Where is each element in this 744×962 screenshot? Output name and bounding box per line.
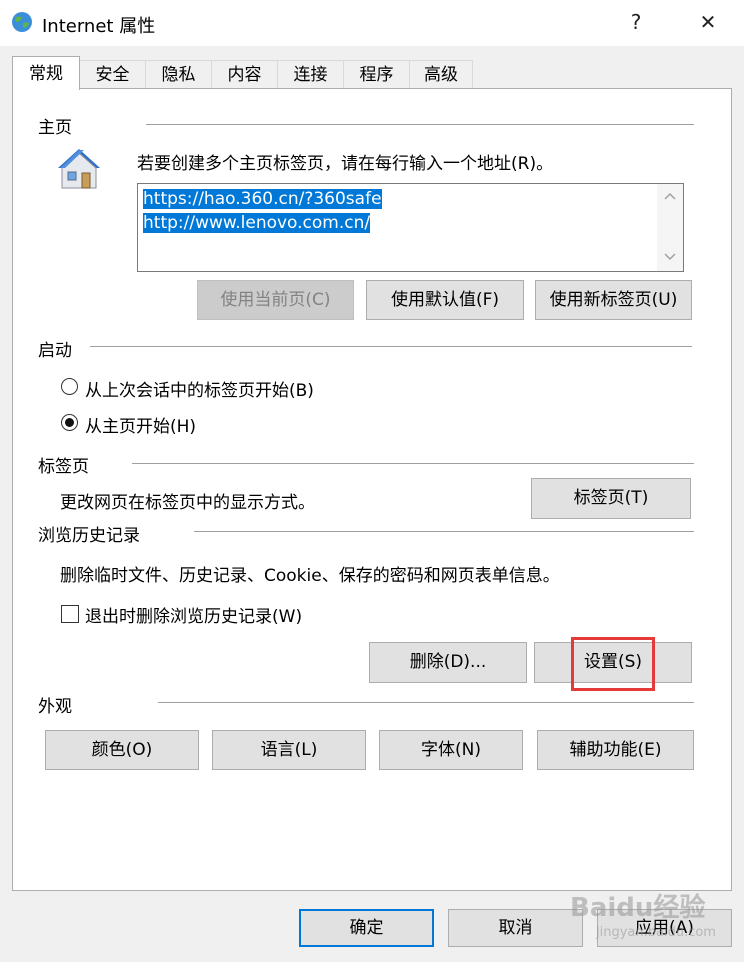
tab-privacy[interactable]: 隐私	[145, 60, 212, 88]
history-description: 删除临时文件、历史记录、Cookie、保存的密码和网页表单信息。	[60, 566, 560, 586]
use-new-tab-button[interactable]: 使用新标签页(U)	[535, 280, 692, 320]
tab-connections[interactable]: 连接	[277, 60, 344, 88]
tab-programs[interactable]: 程序	[343, 60, 410, 88]
radio-last-session-label[interactable]: 从上次会话中的标签页开始(B)	[85, 376, 314, 401]
use-current-button[interactable]: 使用当前页(C)	[197, 280, 354, 320]
homepage-url-textarea[interactable]: https://hao.360.cn/?360safe http://www.l…	[137, 183, 684, 272]
house-icon	[58, 149, 100, 189]
watermark-subtext: jingyan.baidu.com	[596, 925, 716, 940]
annotation-highlight-box	[571, 637, 655, 691]
appearance-section-label: 外观	[38, 692, 80, 717]
close-button[interactable]: ✕	[690, 6, 726, 38]
accessibility-button[interactable]: 辅助功能(E)	[537, 730, 694, 770]
divider	[158, 702, 694, 703]
radio-home-label[interactable]: 从主页开始(H)	[85, 412, 196, 437]
divider	[90, 346, 692, 347]
tab-content[interactable]: 内容	[211, 60, 278, 88]
ok-button[interactable]: 确定	[299, 909, 434, 947]
homepage-url-line-1: https://hao.360.cn/?360safe	[143, 189, 382, 209]
delete-on-exit-label[interactable]: 退出时删除浏览历史记录(W)	[85, 602, 302, 627]
scroll-up-icon[interactable]	[664, 192, 676, 200]
fonts-button[interactable]: 字体(N)	[379, 730, 523, 770]
watermark-logo-text: Baidu经验	[570, 893, 706, 923]
startup-section-label: 启动	[38, 336, 80, 361]
tab-security[interactable]: 安全	[79, 60, 146, 88]
radio-last-session[interactable]	[61, 378, 78, 395]
tabs-description: 更改网页在标签页中的显示方式。	[60, 493, 315, 513]
colors-button[interactable]: 颜色(O)	[45, 730, 199, 770]
tabs-section-label: 标签页	[38, 452, 97, 477]
languages-button[interactable]: 语言(L)	[212, 730, 366, 770]
homepage-section-label: 主页	[38, 113, 80, 138]
title-bar: Internet 属性 ? ✕	[0, 0, 744, 46]
delete-on-exit-checkbox[interactable]	[61, 605, 79, 623]
divider	[132, 463, 694, 464]
tab-advanced[interactable]: 高级	[409, 60, 473, 88]
homepage-instruction: 若要创建多个主页标签页，请在每行输入一个地址(R)。	[137, 154, 554, 174]
delete-history-button[interactable]: 删除(D)...	[369, 642, 527, 683]
tabs-settings-button[interactable]: 标签页(T)	[531, 478, 691, 519]
cancel-button[interactable]: 取消	[448, 909, 583, 947]
use-default-button[interactable]: 使用默认值(F)	[366, 280, 524, 320]
radio-selected-dot	[64, 417, 74, 427]
tab-general[interactable]: 常规	[12, 56, 80, 90]
divider	[194, 531, 694, 532]
textarea-scrollbar[interactable]	[657, 184, 683, 271]
window-title: Internet 属性	[42, 16, 156, 37]
help-button[interactable]: ?	[618, 6, 654, 38]
scroll-down-icon[interactable]	[664, 253, 676, 261]
history-section-label: 浏览历史记录	[38, 521, 148, 546]
radio-home[interactable]	[61, 414, 78, 431]
globe-icon	[12, 12, 32, 32]
baidu-watermark: Baidu经验 jingyan.baidu.com	[570, 885, 730, 955]
homepage-url-line-2: http://www.lenovo.com.cn/	[143, 213, 371, 233]
divider	[146, 124, 694, 125]
